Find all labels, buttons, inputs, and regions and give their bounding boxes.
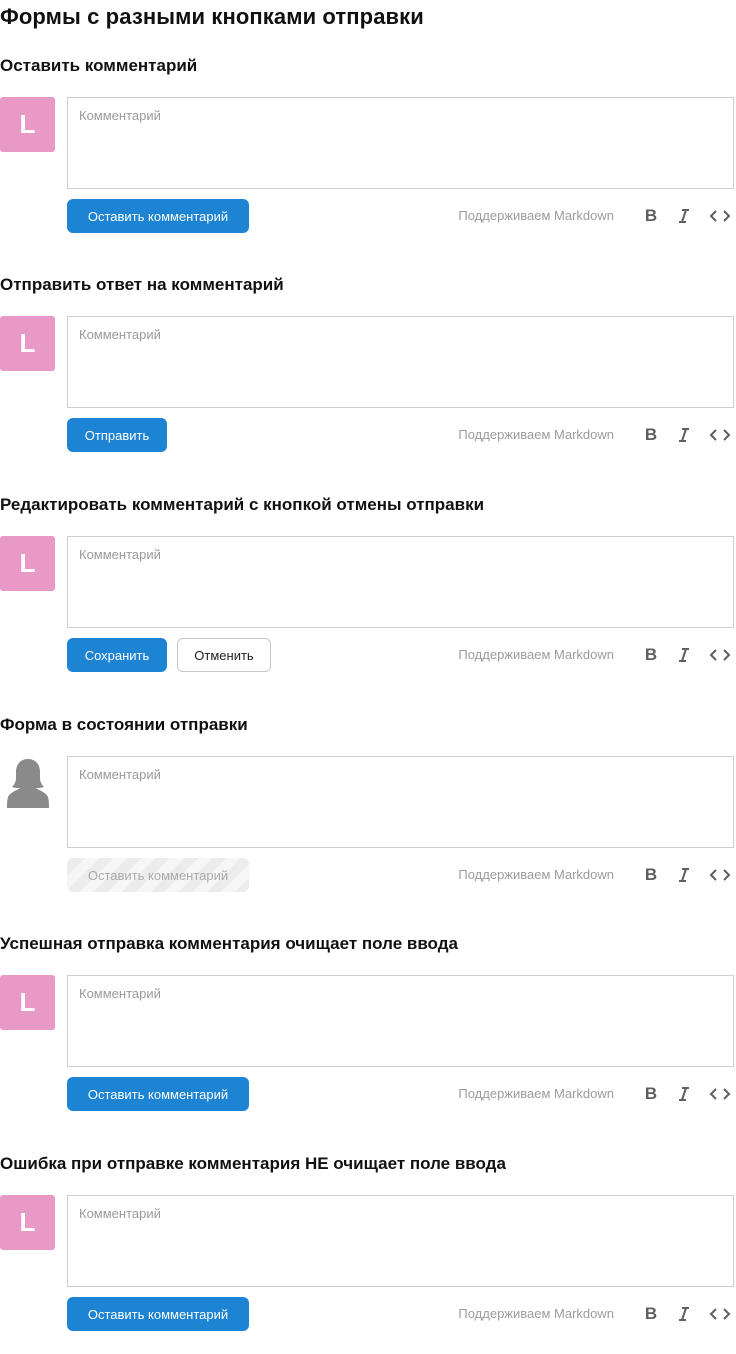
avatar: L [0, 975, 55, 1030]
comment-form-section-error: Ошибка при отправке комментария НЕ очища… [0, 1154, 736, 1354]
italic-icon[interactable] [673, 864, 695, 886]
section-heading: Редактировать комментарий с кнопкой отме… [0, 495, 485, 514]
markdown-hint: Поддерживаем Markdown [458, 1086, 614, 1101]
markdown-hint: Поддерживаем Markdown [458, 208, 614, 223]
comment-form-section-edit: Редактировать комментарий с кнопкой отме… [0, 495, 736, 695]
submit-button[interactable]: Оставить комментарий [67, 1297, 249, 1331]
bold-icon[interactable]: B [640, 205, 662, 227]
comment-input[interactable] [67, 97, 734, 189]
bold-icon[interactable]: B [640, 1083, 662, 1105]
italic-icon[interactable] [673, 644, 695, 666]
comment-input[interactable] [67, 975, 734, 1067]
markdown-hint: Поддерживаем Markdown [458, 867, 614, 882]
comment-form-section-submitting: Форма в состоянии отправки Оставить комм… [0, 715, 736, 915]
code-icon[interactable] [709, 424, 731, 446]
avatar: L [0, 97, 55, 152]
markdown-hint: Поддерживаем Markdown [458, 1306, 614, 1321]
italic-icon[interactable] [673, 1083, 695, 1105]
code-icon[interactable] [709, 644, 731, 666]
avatar: L [0, 536, 55, 591]
default-user-icon [0, 756, 55, 811]
comment-input[interactable] [67, 316, 734, 408]
comment-form-section-reply: Отправить ответ на комментарий L Отправи… [0, 275, 736, 475]
code-icon[interactable] [709, 205, 731, 227]
section-heading: Оставить комментарий [0, 56, 198, 75]
comment-input[interactable] [67, 536, 734, 628]
code-icon[interactable] [709, 864, 731, 886]
section-heading: Отправить ответ на комментарий [0, 275, 284, 294]
bold-icon[interactable]: B [640, 424, 662, 446]
page-title: Формы с разными кнопками отправки [0, 4, 424, 29]
comment-form-section-success: Успешная отправка комментария очищает по… [0, 934, 736, 1134]
cancel-button[interactable]: Отменить [177, 638, 271, 672]
section-heading: Форма в состоянии отправки [0, 715, 248, 734]
avatar: L [0, 1195, 55, 1250]
markdown-hint: Поддерживаем Markdown [458, 427, 614, 442]
comment-form-section-leave: Оставить комментарий L Оставить коммента… [0, 56, 736, 256]
italic-icon[interactable] [673, 205, 695, 227]
markdown-hint: Поддерживаем Markdown [458, 647, 614, 662]
save-button[interactable]: Сохранить [67, 638, 167, 672]
submit-button[interactable]: Оставить комментарий [67, 199, 249, 233]
comment-input[interactable] [67, 1195, 734, 1287]
section-heading: Ошибка при отправке комментария НЕ очища… [0, 1154, 506, 1173]
comment-input[interactable] [67, 756, 734, 848]
submit-button[interactable]: Оставить комментарий [67, 1077, 249, 1111]
bold-icon[interactable]: B [640, 864, 662, 886]
italic-icon[interactable] [673, 424, 695, 446]
send-button[interactable]: Отправить [67, 418, 167, 452]
avatar: L [0, 316, 55, 371]
code-icon[interactable] [709, 1083, 731, 1105]
code-icon[interactable] [709, 1303, 731, 1325]
italic-icon[interactable] [673, 1303, 695, 1325]
section-heading: Успешная отправка комментария очищает по… [0, 934, 458, 953]
bold-icon[interactable]: B [640, 644, 662, 666]
submit-button-loading[interactable]: Оставить комментарий [67, 858, 249, 892]
bold-icon[interactable]: B [640, 1303, 662, 1325]
